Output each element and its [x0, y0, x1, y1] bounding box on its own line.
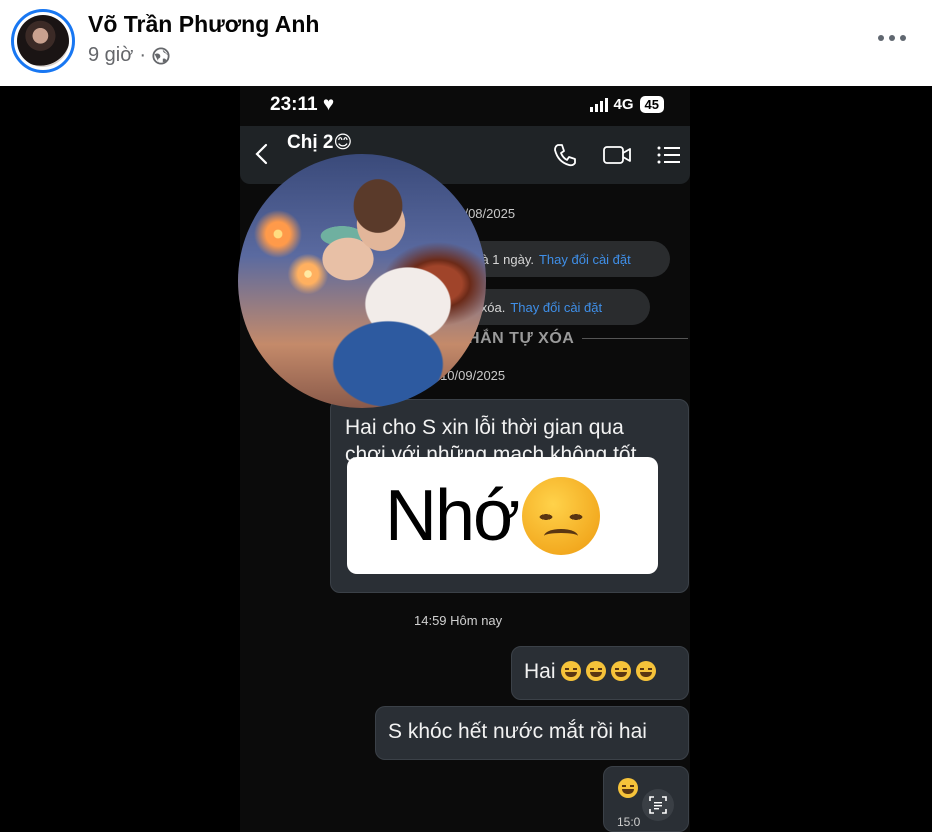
post-media[interactable]: 23:11 ♥ 4G 45 Chị 2😊 20/08/2025 xóa là 1… [0, 86, 932, 832]
more-dot-icon [900, 35, 906, 41]
message-bubble-sent[interactable]: 15:0 [603, 766, 689, 832]
status-bar: 23:11 ♥ 4G 45 [240, 86, 690, 126]
message-text: S khóc hết nước mắt rồi hai [388, 720, 647, 743]
status-time: 23:11 ♥ [270, 94, 334, 116]
crying-face-icon [635, 661, 656, 681]
message-bubble-sent[interactable]: Hai [511, 646, 689, 700]
crying-face-icon [560, 661, 581, 681]
sticker-text: Nhớ [385, 475, 520, 556]
time-label: 14:59 Hôm nay [414, 613, 503, 628]
contact-name-text: Chị 2 [287, 132, 334, 153]
crying-face-icon [618, 778, 638, 798]
status-right: 4G 45 [589, 96, 664, 113]
post-time[interactable]: 9 giờ [88, 44, 133, 67]
menu-list-icon[interactable] [656, 142, 682, 168]
change-settings-link[interactable]: Thay đổi cài đặt [539, 252, 631, 267]
meta-separator: · [139, 44, 147, 66]
more-dot-icon [889, 35, 895, 41]
video-call-icon[interactable] [602, 142, 632, 168]
divider-line [582, 338, 688, 339]
smile-emoji-icon: 😊 [333, 132, 353, 152]
heart-icon: ♥ [322, 94, 335, 115]
change-settings-link[interactable]: Thay đổi cài đặt [510, 300, 602, 315]
crying-face-icon [585, 661, 606, 681]
signal-icon [589, 97, 608, 112]
more-options-button[interactable] [874, 24, 910, 52]
author-avatar[interactable] [11, 9, 75, 73]
status-time-text: 23:11 [270, 94, 318, 115]
back-icon[interactable] [252, 142, 272, 166]
more-dot-icon [878, 35, 884, 41]
pensive-face-icon [522, 476, 601, 555]
crying-face-icon [610, 661, 631, 681]
childhood-photo-overlay [238, 154, 486, 408]
message-time: 15:0 [617, 815, 641, 829]
message-bubble-sent[interactable]: S khóc hết nước mắt rồi hai [375, 706, 689, 760]
post-header: Võ Trần Phương Anh 9 giờ · [0, 0, 932, 86]
author-name[interactable]: Võ Trần Phương Anh [88, 11, 319, 38]
phone-call-icon[interactable] [552, 142, 578, 168]
network-label: 4G [613, 96, 634, 113]
text-sticker: Nhớ [347, 457, 658, 574]
scan-text-icon [649, 796, 667, 814]
avatar-image [17, 15, 69, 67]
globe-icon [152, 46, 170, 65]
message-text: Hai [524, 660, 556, 683]
contact-name[interactable]: Chị 2😊 [287, 132, 352, 154]
post-meta: 9 giờ · [88, 44, 170, 67]
battery-icon: 45 [639, 96, 664, 113]
scan-text-button[interactable] [642, 789, 674, 821]
